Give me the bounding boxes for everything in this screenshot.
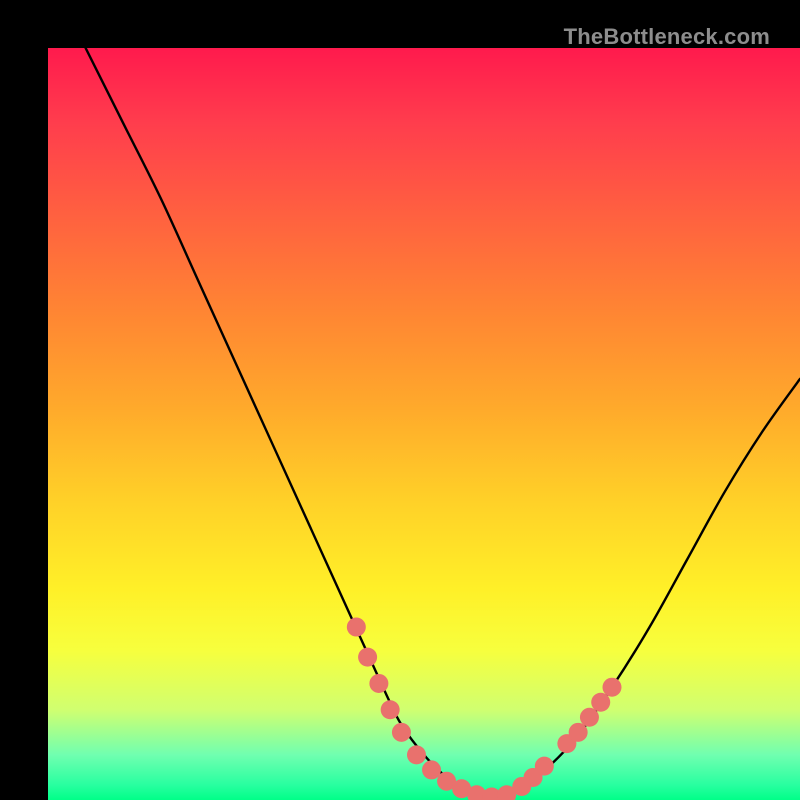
- curve-marker: [347, 618, 366, 637]
- curve-marker: [381, 700, 400, 719]
- curve-marker: [407, 745, 426, 764]
- marker-group: [347, 618, 622, 800]
- curve-marker: [422, 760, 441, 779]
- curve-marker: [569, 723, 588, 742]
- curve-marker: [358, 648, 377, 667]
- curve-marker: [603, 678, 622, 697]
- curve-marker: [580, 708, 599, 727]
- curve-marker: [591, 693, 610, 712]
- curve-marker: [535, 757, 554, 776]
- chart-svg: [48, 48, 800, 800]
- plot-area: [48, 48, 800, 800]
- curve-marker: [392, 723, 411, 742]
- watermark-text: TheBottleneck.com: [564, 24, 770, 50]
- curve-marker: [369, 674, 388, 693]
- bottleneck-curve: [86, 48, 800, 800]
- chart-frame: TheBottleneck.com: [0, 0, 800, 800]
